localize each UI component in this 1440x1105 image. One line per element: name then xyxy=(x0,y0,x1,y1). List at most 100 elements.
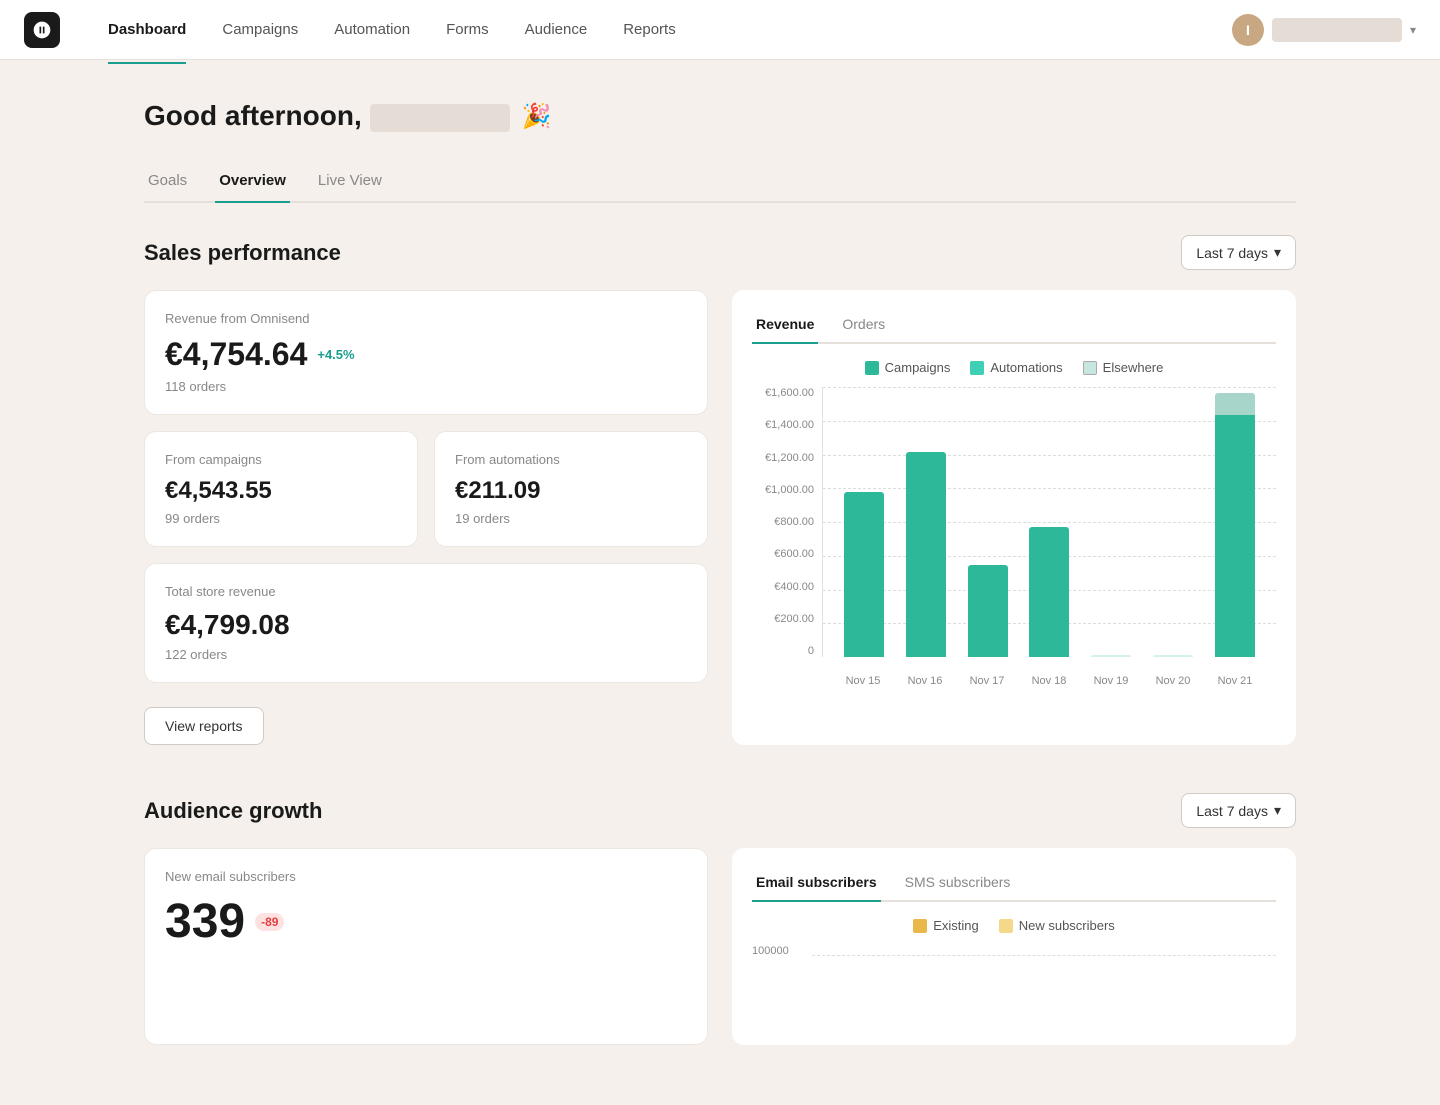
sales-title: Sales performance xyxy=(144,240,341,266)
chart-tabs: Revenue Orders xyxy=(752,310,1276,344)
sales-date-dropdown[interactable]: Last 7 days ▾ xyxy=(1181,235,1296,270)
new-subscribers-label: New email subscribers xyxy=(165,869,687,884)
revenue-value-row: €4,754.64 +4.5% xyxy=(165,336,687,373)
greeting-prefix: Good afternoon, xyxy=(144,100,362,131)
nav-campaigns[interactable]: Campaigns xyxy=(206,13,314,46)
x-label-nov17: Nov 17 xyxy=(970,675,1005,687)
chart-area xyxy=(822,387,1276,657)
y-label-800: €800.00 xyxy=(752,516,822,528)
page-tabs: Goals Overview Live View xyxy=(144,164,1296,203)
campaigns-orders: 99 orders xyxy=(165,511,397,526)
user-name-greeting xyxy=(370,104,510,132)
legend-automations: Automations xyxy=(970,360,1062,375)
view-reports-section: View reports xyxy=(144,699,708,745)
store-value: €4,799.08 xyxy=(165,609,687,641)
campaigns-value: €4,543.55 xyxy=(165,477,397,505)
y-axis-labels: €1,600.00 €1,400.00 €1,200.00 €1,000.00 … xyxy=(752,387,822,657)
y-label-1000: €1,000.00 xyxy=(752,484,822,496)
new-subscribers-value: 339 xyxy=(165,894,245,949)
legend-campaigns-dot xyxy=(865,361,879,375)
store-orders: 122 orders xyxy=(165,647,687,662)
store-revenue-card: Total store revenue €4,799.08 122 orders xyxy=(144,563,708,683)
tab-overview[interactable]: Overview xyxy=(215,164,290,203)
revenue-value: €4,754.64 xyxy=(165,336,307,373)
campaigns-label: From campaigns xyxy=(165,452,397,467)
revenue-chart-card: Revenue Orders Campaigns Automations Els… xyxy=(732,290,1296,745)
legend-existing: Existing xyxy=(913,918,979,933)
bar-nov17 xyxy=(968,565,1008,657)
audience-chart-card: Email subscribers SMS subscribers Existi… xyxy=(732,848,1296,1045)
revenue-bar-chart: €1,600.00 €1,400.00 €1,200.00 €1,000.00 … xyxy=(752,387,1276,687)
x-axis-labels: Nov 15 Nov 16 Nov 17 Nov 18 Nov 19 Nov 2… xyxy=(822,675,1276,687)
bar-nov20 xyxy=(1153,655,1193,657)
legend-campaigns: Campaigns xyxy=(865,360,951,375)
bar-nov16 xyxy=(906,452,946,657)
nav-reports[interactable]: Reports xyxy=(607,13,692,46)
bar-nov21-main xyxy=(1215,415,1255,657)
view-reports-button[interactable]: View reports xyxy=(144,707,264,745)
audience-date-dropdown[interactable]: Last 7 days ▾ xyxy=(1181,793,1296,828)
automations-value: €211.09 xyxy=(455,477,687,505)
revenue-orders: 118 orders xyxy=(165,379,687,394)
greeting-section: Good afternoon, 🎉 xyxy=(144,100,1296,132)
bar-nov16-main xyxy=(906,452,946,657)
audience-tab-sms[interactable]: SMS subscribers xyxy=(901,868,1015,902)
nav-right: I ▾ xyxy=(1232,14,1416,46)
store-label: Total store revenue xyxy=(165,584,687,599)
sales-cards-row: Revenue from Omnisend €4,754.64 +4.5% 11… xyxy=(144,290,1296,745)
user-menu-chevron[interactable]: ▾ xyxy=(1410,23,1416,37)
x-label-nov19: Nov 19 xyxy=(1094,675,1129,687)
nav-audience[interactable]: Audience xyxy=(509,13,604,46)
nav-forms[interactable]: Forms xyxy=(430,13,505,46)
avatar[interactable]: I xyxy=(1232,14,1264,46)
greeting-emoji: 🎉 xyxy=(522,102,552,131)
x-label-nov21: Nov 21 xyxy=(1218,675,1253,687)
bar-nov19 xyxy=(1091,655,1131,657)
y-label-400: €400.00 xyxy=(752,581,822,593)
legend-existing-label: Existing xyxy=(933,918,979,933)
audience-cards-row: New email subscribers 339 -89 Email subs… xyxy=(144,848,1296,1045)
tab-live-view[interactable]: Live View xyxy=(314,164,386,203)
new-subscribers-card: New email subscribers 339 -89 xyxy=(144,848,708,1045)
legend-new-subscribers-dot xyxy=(999,919,1013,933)
audience-section: Audience growth Last 7 days ▾ New email … xyxy=(144,793,1296,1045)
bar-nov18-main xyxy=(1029,527,1069,657)
logo[interactable] xyxy=(24,12,60,48)
automations-orders: 19 orders xyxy=(455,511,687,526)
x-label-nov16: Nov 16 xyxy=(908,675,943,687)
legend-campaigns-label: Campaigns xyxy=(885,360,951,375)
x-label-nov15: Nov 15 xyxy=(846,675,881,687)
main-content: Good afternoon, 🎉 Goals Overview Live Vi… xyxy=(120,60,1320,1105)
navbar: Dashboard Campaigns Automation Forms Aud… xyxy=(0,0,1440,60)
audience-section-header: Audience growth Last 7 days ▾ xyxy=(144,793,1296,828)
bar-nov20-main xyxy=(1153,655,1193,657)
sales-section-header: Sales performance Last 7 days ▾ xyxy=(144,235,1296,270)
nav-automation[interactable]: Automation xyxy=(318,13,426,46)
tab-goals[interactable]: Goals xyxy=(144,164,191,203)
legend-new-subscribers-label: New subscribers xyxy=(1019,918,1115,933)
audience-grid-line xyxy=(812,955,1276,956)
greeting-text: Good afternoon, xyxy=(144,100,510,132)
audience-chart-tabs: Email subscribers SMS subscribers xyxy=(752,868,1276,902)
new-subscribers-badge: -89 xyxy=(255,913,284,931)
legend-automations-dot xyxy=(970,361,984,375)
legend-automations-label: Automations xyxy=(990,360,1062,375)
revenue-omnisend-label: Revenue from Omnisend xyxy=(165,311,687,326)
nav-dashboard[interactable]: Dashboard xyxy=(92,13,202,46)
revenue-omnisend-card: Revenue from Omnisend €4,754.64 +4.5% 11… xyxy=(144,290,708,415)
bars-container xyxy=(823,387,1276,657)
audience-tab-email[interactable]: Email subscribers xyxy=(752,868,881,902)
automations-label: From automations xyxy=(455,452,687,467)
x-label-nov20: Nov 20 xyxy=(1156,675,1191,687)
chart-tab-orders[interactable]: Orders xyxy=(838,310,889,344)
bar-nov17-main xyxy=(968,565,1008,657)
chart-tab-revenue[interactable]: Revenue xyxy=(752,310,818,344)
bar-nov21-stack xyxy=(1215,393,1255,657)
y-label-1400: €1,400.00 xyxy=(752,419,822,431)
automations-card: From automations €211.09 19 orders xyxy=(434,431,708,547)
x-label-nov18: Nov 18 xyxy=(1032,675,1067,687)
y-label-1200: €1,200.00 xyxy=(752,452,822,464)
legend-elsewhere-dot xyxy=(1083,361,1097,375)
revenue-badge: +4.5% xyxy=(317,347,354,362)
y-label-0: 0 xyxy=(752,645,822,657)
